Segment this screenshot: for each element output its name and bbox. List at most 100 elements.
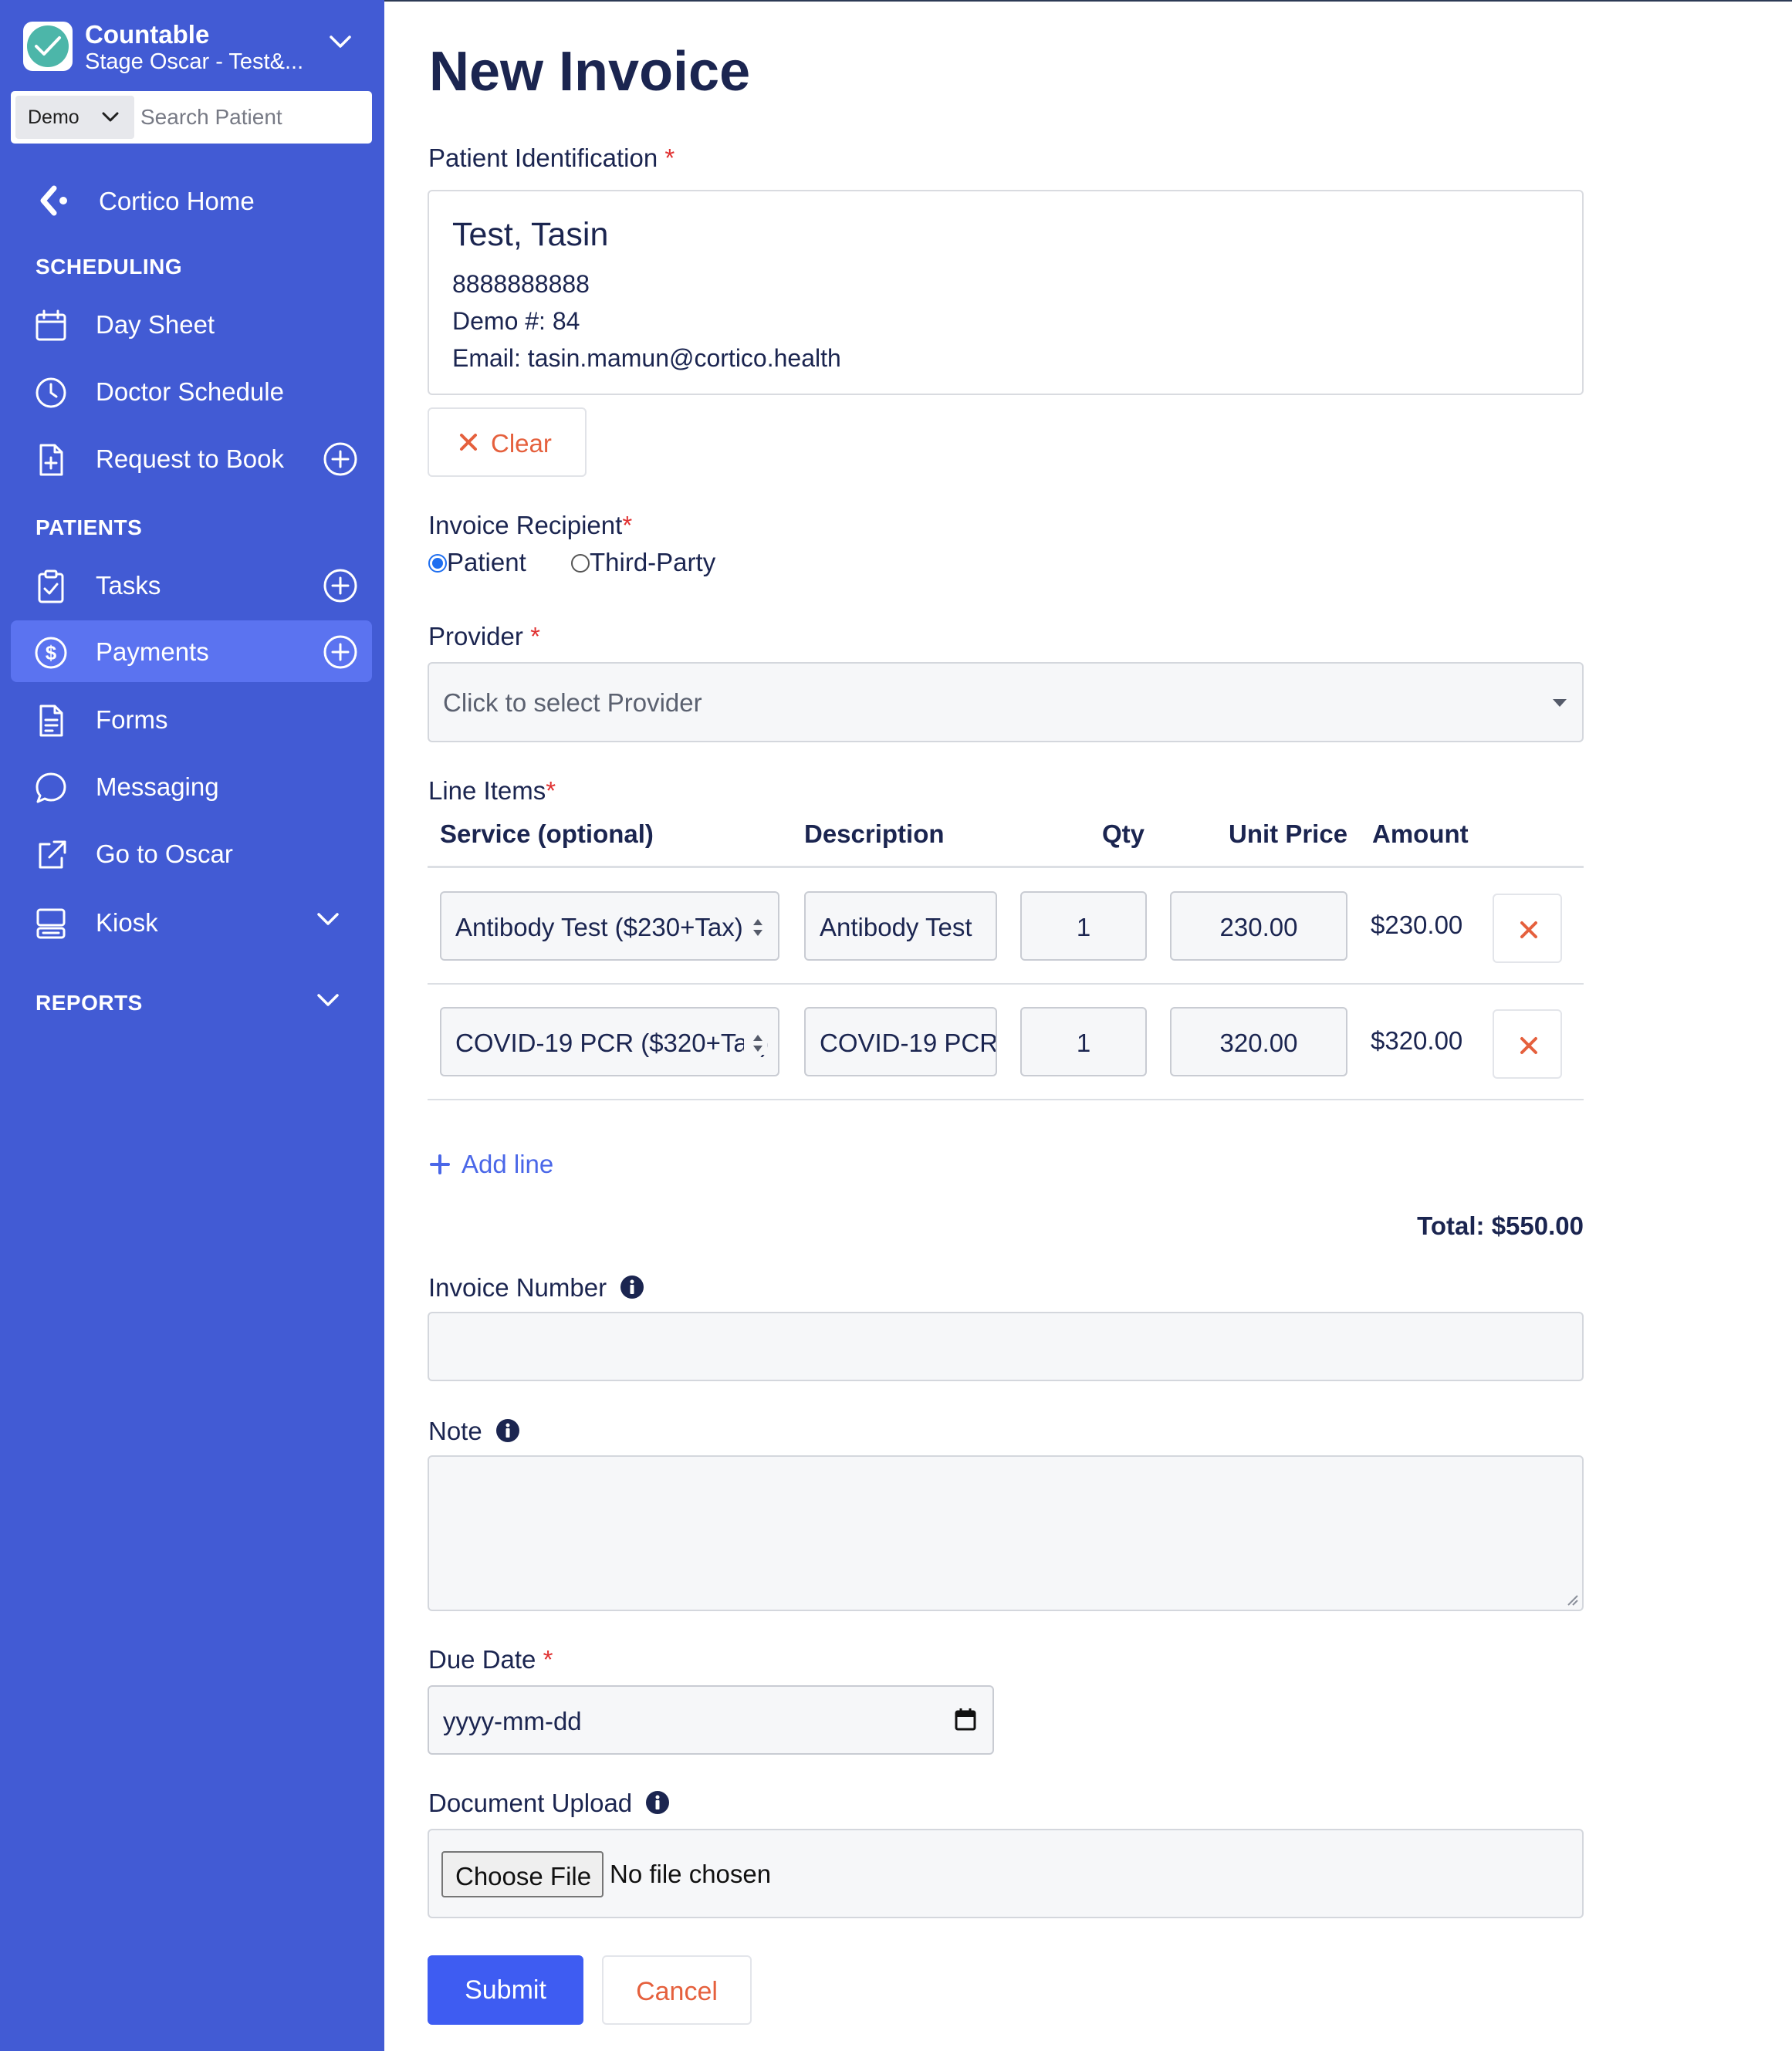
unit-price-value: 320.00 xyxy=(1219,1029,1298,1057)
note-label: Note xyxy=(428,1417,520,1446)
sidebar-item-day-sheet[interactable]: Day Sheet xyxy=(11,293,372,355)
search-patient-input[interactable] xyxy=(140,96,364,139)
required-mark: * xyxy=(664,144,675,172)
unit-price-value: 230.00 xyxy=(1219,913,1298,941)
calendar-icon xyxy=(36,309,66,341)
add-circle-icon[interactable] xyxy=(323,441,358,477)
patient-card: Test, Tasin 8888888888 Demo #: 84 Email:… xyxy=(428,190,1584,395)
sidebar-item-label: Doctor Schedule xyxy=(96,377,284,406)
calendar-icon[interactable] xyxy=(954,1707,977,1732)
recipient-option-third-party[interactable]: Third-Party xyxy=(571,548,715,577)
patient-search: Demo xyxy=(11,91,372,144)
info-icon[interactable] xyxy=(620,1275,644,1299)
service-select[interactable]: COVID-19 PCR ($320+Tax) xyxy=(440,1007,779,1076)
recipient-option-patient[interactable]: Patient xyxy=(428,548,526,577)
sidebar-item-go-to-oscar[interactable]: Go to Oscar xyxy=(11,823,372,884)
org-switcher[interactable]: Countable Stage Oscar - Test&... xyxy=(23,20,363,74)
sidebar-item-label: Cortico Home xyxy=(99,187,255,215)
sidebar-item-label: Kiosk xyxy=(96,908,158,937)
field-label: Line Items xyxy=(428,776,546,805)
clipboard-check-icon xyxy=(38,569,64,603)
due-date-label: Due Date * xyxy=(428,1645,553,1674)
radio-button-checked[interactable] xyxy=(428,554,447,573)
patient-name: Test, Tasin xyxy=(452,216,609,253)
clinic-select[interactable]: Demo xyxy=(15,96,134,139)
radio-label: Third-Party xyxy=(590,548,716,576)
sidebar-item-request-to-book[interactable]: Request to Book xyxy=(11,427,372,489)
patient-email: Email: tasin.mamun@cortico.health xyxy=(452,344,841,372)
invoice-number-input[interactable] xyxy=(428,1312,1584,1381)
provider-label: Provider * xyxy=(428,622,540,651)
sort-arrows-icon xyxy=(744,916,767,939)
column-header-amount: Amount xyxy=(1372,819,1469,848)
sidebar-item-label: Forms xyxy=(96,705,168,734)
column-header-qty: Qty xyxy=(1102,819,1145,848)
page-title: New Invoice xyxy=(429,41,751,103)
sidebar-item-kiosk[interactable]: Kiosk xyxy=(11,891,372,953)
add-circle-icon[interactable] xyxy=(323,568,358,603)
invoice-total: Total: $550.00 xyxy=(1417,1211,1584,1240)
invoice-number-label: Invoice Number xyxy=(428,1273,644,1303)
qty-input[interactable]: 1 xyxy=(1020,891,1147,961)
qty-value: 1 xyxy=(1076,1029,1091,1057)
remove-line-button[interactable] xyxy=(1493,894,1562,963)
clear-button-label: Clear xyxy=(491,429,552,458)
cancel-button[interactable]: Cancel xyxy=(602,1955,752,2025)
row-divider xyxy=(428,1099,1584,1100)
org-logo xyxy=(23,22,73,71)
document-upload-label: Document Upload xyxy=(428,1789,670,1818)
kiosk-icon xyxy=(36,908,66,939)
qty-input[interactable]: 1 xyxy=(1020,1007,1147,1076)
radio-button[interactable] xyxy=(571,554,590,573)
line-amount: $320.00 xyxy=(1371,1026,1463,1055)
field-label: Due Date xyxy=(428,1645,536,1674)
field-label: Note xyxy=(428,1417,482,1445)
external-link-icon xyxy=(39,840,66,869)
add-circle-icon[interactable] xyxy=(323,634,358,670)
radio-label: Patient xyxy=(447,548,526,576)
remove-line-button[interactable] xyxy=(1493,1009,1562,1079)
sidebar-item-cortico-home[interactable]: Cortico Home xyxy=(11,170,372,231)
clear-patient-button[interactable]: Clear xyxy=(428,407,587,477)
sidebar-item-label: Go to Oscar xyxy=(96,840,233,868)
choose-file-button[interactable]: Choose File xyxy=(441,1851,604,1897)
required-mark: * xyxy=(546,776,556,805)
sidebar-item-label: Request to Book xyxy=(96,444,284,473)
chevron-down-icon[interactable] xyxy=(327,32,353,51)
chevron-down-icon xyxy=(102,112,119,122)
add-line-button[interactable]: Add line xyxy=(429,1150,553,1179)
cancel-label: Cancel xyxy=(636,1977,718,2006)
provider-select[interactable]: Click to select Provider xyxy=(428,662,1584,742)
add-line-label: Add line xyxy=(462,1150,554,1178)
close-icon xyxy=(460,434,477,451)
submit-button[interactable]: Submit xyxy=(428,1955,583,2025)
chevron-down-icon[interactable] xyxy=(315,910,341,928)
sidebar-item-tasks[interactable]: Tasks xyxy=(11,554,372,616)
chevron-down-icon[interactable] xyxy=(315,991,341,1009)
section-reports[interactable]: REPORTS xyxy=(36,991,143,1015)
org-name: Countable xyxy=(85,20,210,49)
note-textarea[interactable] xyxy=(428,1455,1584,1611)
unit-price-input[interactable]: 320.00 xyxy=(1170,1007,1347,1076)
column-header-description: Description xyxy=(804,819,945,848)
document-icon xyxy=(39,705,63,737)
description-value: Antibody Test xyxy=(820,913,972,941)
due-date-input[interactable]: yyyy-mm-dd xyxy=(428,1685,994,1755)
resize-handle-icon[interactable] xyxy=(1565,1593,1579,1607)
info-icon[interactable] xyxy=(495,1418,520,1443)
sidebar-item-doctor-schedule[interactable]: Doctor Schedule xyxy=(11,360,372,422)
service-select[interactable]: Antibody Test ($230+Tax) xyxy=(440,891,779,961)
line-items-label: Line Items* xyxy=(428,776,556,806)
sidebar: Countable Stage Oscar - Test&... Demo Co… xyxy=(0,0,384,2051)
sidebar-item-forms[interactable]: Forms xyxy=(11,688,372,750)
unit-price-input[interactable]: 230.00 xyxy=(1170,891,1347,961)
description-input[interactable]: Antibody Test xyxy=(804,891,997,961)
info-icon[interactable] xyxy=(645,1790,670,1815)
sidebar-item-payments[interactable]: $ Payments xyxy=(11,620,372,682)
sidebar-item-label: Day Sheet xyxy=(96,310,215,339)
sidebar-item-messaging[interactable]: Messaging xyxy=(11,755,372,817)
required-mark: * xyxy=(530,622,540,650)
org-subtitle: Stage Oscar - Test&... xyxy=(85,49,304,74)
section-scheduling: SCHEDULING xyxy=(36,255,183,279)
description-input[interactable]: COVID-19 PCR xyxy=(804,1007,997,1076)
